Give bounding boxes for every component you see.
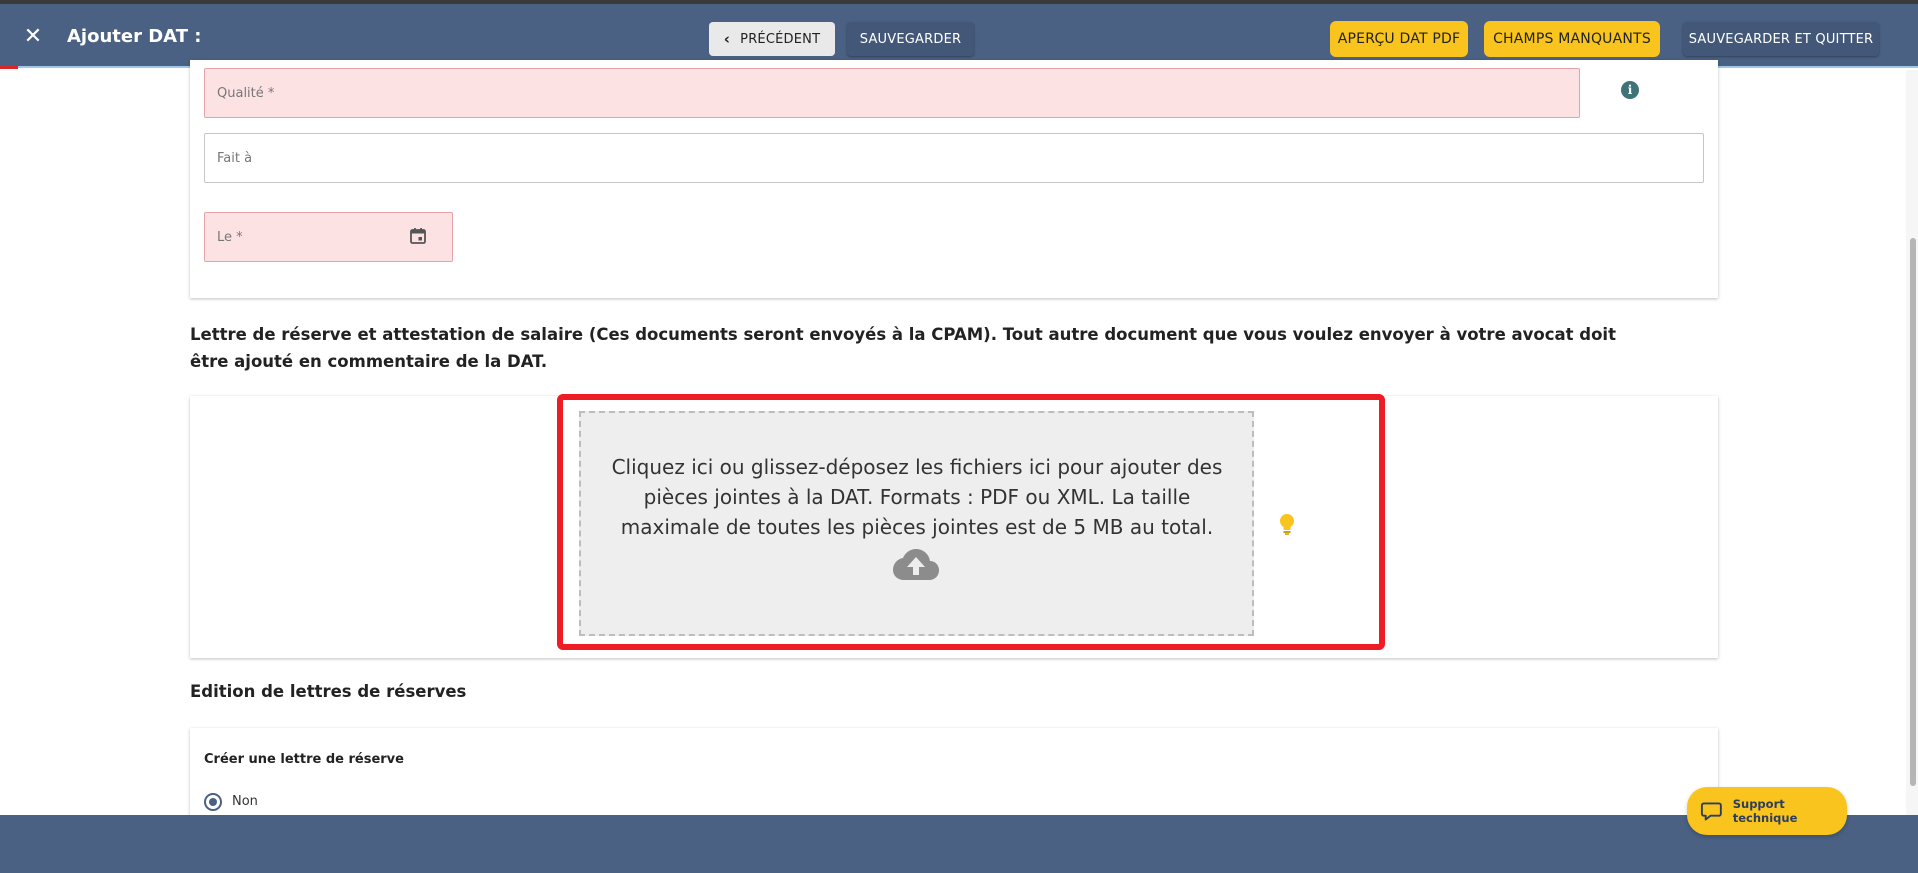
chat-bubble-icon bbox=[1700, 802, 1722, 821]
date-placeholder: Le * bbox=[217, 229, 243, 245]
reserves-section-title: Edition de lettres de réserves bbox=[190, 682, 467, 701]
previous-button[interactable]: ‹ PRÉCÉDENT bbox=[709, 22, 835, 56]
header-bar: ✕ Ajouter DAT : ‹ PRÉCÉDENT SAUVEGARDER … bbox=[0, 4, 1918, 66]
support-button-label: Support technique bbox=[1732, 797, 1798, 825]
missing-fields-button[interactable]: CHAMPS MANQUANTS bbox=[1484, 21, 1660, 57]
lightbulb-icon[interactable] bbox=[1279, 513, 1295, 535]
qualite-placeholder: Qualité * bbox=[217, 85, 275, 101]
cloud-upload-icon bbox=[893, 549, 939, 580]
info-icon[interactable]: i bbox=[1621, 81, 1639, 99]
page-title: Ajouter DAT : bbox=[67, 26, 202, 47]
create-letter-label: Créer une lettre de réserve bbox=[204, 752, 404, 767]
chevron-left-icon: ‹ bbox=[723, 30, 731, 48]
close-icon[interactable]: ✕ bbox=[18, 22, 48, 52]
scrollbar-thumb[interactable] bbox=[1910, 238, 1916, 786]
previous-button-label: PRÉCÉDENT bbox=[740, 31, 821, 47]
pdf-preview-button[interactable]: APERÇU DAT PDF bbox=[1330, 21, 1468, 57]
fait-a-placeholder: Fait à bbox=[217, 150, 253, 166]
attachments-section-text: Lettre de réserve et attestation de sala… bbox=[190, 325, 1616, 371]
save-button[interactable]: SAUVEGARDER bbox=[847, 22, 974, 56]
radio-non-label: Non bbox=[232, 794, 258, 809]
radio-non[interactable] bbox=[204, 793, 222, 811]
footer-bar bbox=[0, 815, 1918, 873]
save-and-quit-button[interactable]: SAUVEGARDER ET QUITTER bbox=[1683, 22, 1879, 56]
support-button[interactable]: Support technique bbox=[1687, 787, 1847, 835]
dropzone-text: Cliquez ici ou glissez-déposez les fichi… bbox=[611, 455, 1223, 539]
qualite-input[interactable]: Qualité * bbox=[204, 68, 1580, 118]
reserves-card bbox=[190, 728, 1718, 818]
fait-a-input[interactable]: Fait à bbox=[204, 133, 1704, 183]
progress-indicator bbox=[0, 66, 18, 69]
calendar-icon[interactable] bbox=[409, 227, 427, 245]
